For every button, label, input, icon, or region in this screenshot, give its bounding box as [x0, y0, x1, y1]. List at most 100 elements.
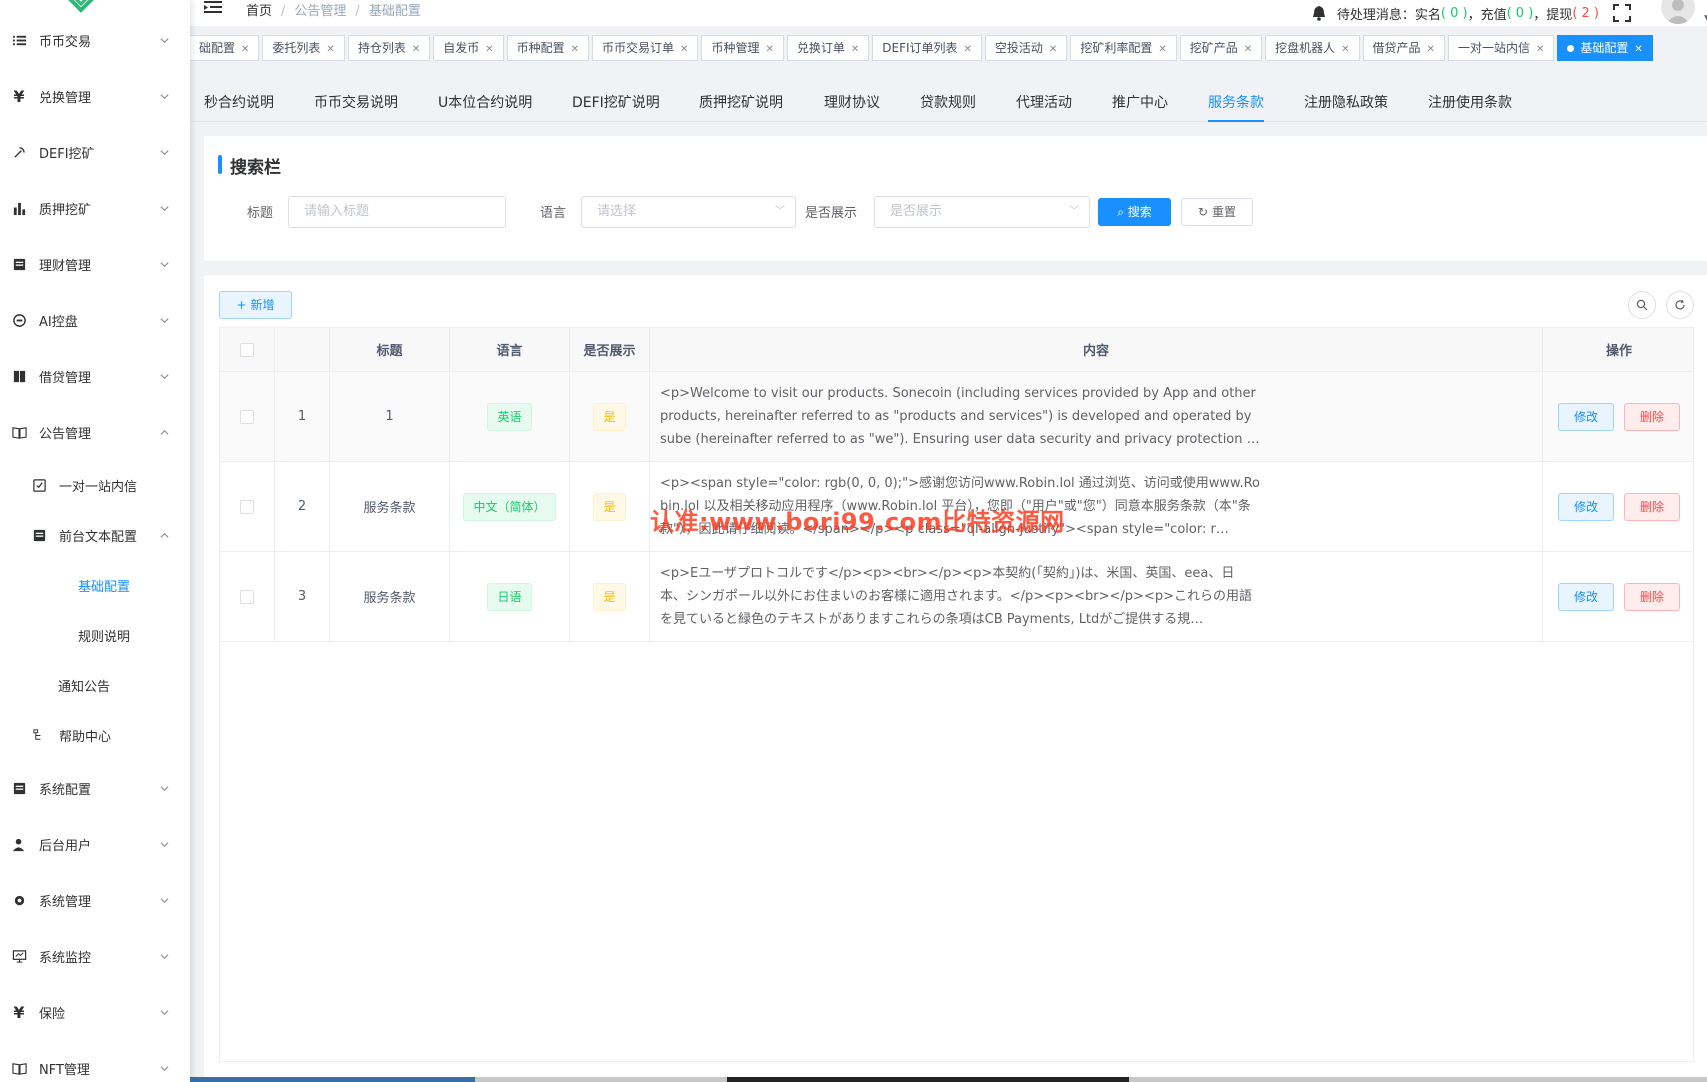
close-icon[interactable]: ✕: [412, 44, 420, 55]
row-checkbox[interactable]: [240, 499, 254, 514]
tag-item[interactable]: 自发币 ✕: [433, 35, 504, 61]
show-select[interactable]: 是否展示 ﹀: [874, 196, 1090, 228]
tab-agent-activity[interactable]: 代理活动: [1016, 92, 1072, 122]
menu-rules[interactable]: 规则说明: [0, 610, 190, 660]
close-icon[interactable]: ✕: [1158, 44, 1166, 55]
menu-nft[interactable]: NFT管理: [0, 1040, 190, 1082]
recharge-count[interactable]: ( 0 ): [1507, 6, 1534, 21]
menu-system-monitor[interactable]: 系统监控: [0, 928, 190, 984]
tag-item[interactable]: 空投活动 ✕: [984, 35, 1068, 61]
menu-frontend-text[interactable]: 前台文本配置: [0, 510, 190, 560]
close-icon[interactable]: ✕: [326, 44, 334, 55]
tab-defi[interactable]: DEFI挖矿说明: [572, 92, 660, 122]
tab-usage-terms[interactable]: 注册使用条款: [1428, 92, 1512, 122]
tag-item[interactable]: 借贷产品 ✕: [1362, 35, 1445, 61]
menu-basic-config[interactable]: 基础配置: [0, 560, 190, 610]
row-checkbox[interactable]: [240, 589, 254, 604]
realname-count[interactable]: ( 0 ): [1441, 6, 1468, 21]
close-icon[interactable]: ✕: [765, 44, 773, 55]
delete-button[interactable]: 删除: [1624, 492, 1680, 521]
tag-item[interactable]: 币币交易订单 ✕: [592, 35, 699, 61]
menu-system-manage[interactable]: 系统管理: [0, 872, 190, 928]
bell-icon[interactable]: [1311, 5, 1327, 21]
tag-item[interactable]: DEFI订单列表 ✕: [872, 35, 982, 61]
menu-private-message[interactable]: 一对一站内信: [0, 460, 190, 510]
tab-loan-rules[interactable]: 贷款规则: [920, 92, 976, 122]
menu-admin-users[interactable]: 后台用户: [0, 816, 190, 872]
close-icon[interactable]: ✕: [1049, 44, 1057, 55]
menu-system-config[interactable]: 系统配置: [0, 760, 190, 816]
menu-label: 系统监控: [39, 950, 92, 966]
close-icon[interactable]: ✕: [241, 44, 249, 55]
withdraw-label[interactable]: 提现: [1546, 4, 1572, 23]
menu-loan[interactable]: 借贷管理: [0, 348, 190, 404]
refresh-button[interactable]: [1666, 291, 1694, 319]
tab-u-contract[interactable]: U本位合约说明: [438, 92, 532, 122]
delete-button[interactable]: 删除: [1624, 582, 1680, 611]
tab-second-contract[interactable]: 秒合约说明: [204, 92, 274, 122]
close-icon[interactable]: ✕: [964, 44, 972, 55]
tag-item[interactable]: 币种配置 ✕: [506, 35, 590, 61]
search-button[interactable]: ⌕ 搜索: [1098, 198, 1171, 226]
close-icon[interactable]: ✕: [680, 44, 688, 55]
add-button[interactable]: + 新增: [219, 291, 292, 319]
breadcrumb-notice[interactable]: 公告管理: [294, 4, 346, 19]
realname-label[interactable]: 实名: [1415, 4, 1441, 23]
menu-notice[interactable]: 公告管理: [0, 404, 190, 460]
delete-button[interactable]: 删除: [1624, 402, 1680, 431]
tab-promotion[interactable]: 推广中心: [1112, 92, 1168, 122]
withdraw-count[interactable]: ( 2 ): [1572, 6, 1599, 21]
title-search-input[interactable]: 请输入标题: [288, 196, 506, 228]
fullscreen-icon[interactable]: [1613, 4, 1631, 22]
tab-terms-of-service[interactable]: 服务条款: [1208, 92, 1264, 122]
edit-button[interactable]: 修改: [1558, 582, 1614, 611]
tag-item[interactable]: 币种管理 ✕: [701, 35, 784, 61]
reset-button[interactable]: ↻ 重置: [1181, 198, 1253, 226]
close-icon[interactable]: ✕: [1244, 44, 1252, 55]
menu-ai[interactable]: AI控盘: [0, 292, 190, 348]
tag-item[interactable]: 挖盘机器人 ✕: [1265, 35, 1360, 61]
row-title: 服务条款: [330, 552, 450, 641]
tag-item[interactable]: 挖矿利率配置 ✕: [1070, 35, 1177, 61]
close-icon[interactable]: ✕: [1634, 44, 1642, 55]
tab-finance-agreement[interactable]: 理财协议: [824, 92, 880, 122]
breadcrumb-home[interactable]: 首页: [246, 4, 272, 19]
close-icon[interactable]: ✕: [1536, 44, 1544, 55]
tab-privacy-policy[interactable]: 注册隐私政策: [1304, 92, 1388, 122]
tag-item[interactable]: 础配置 ✕: [190, 35, 260, 61]
menu-finance[interactable]: 理财管理: [0, 236, 190, 292]
tag-item[interactable]: 兑换订单 ✕: [786, 35, 870, 61]
tag-item[interactable]: 挖矿产品 ✕: [1179, 35, 1263, 61]
edit-button[interactable]: 修改: [1558, 402, 1614, 431]
row-checkbox[interactable]: [240, 409, 254, 424]
tag-item-active[interactable]: 基础配置 ✕: [1557, 35, 1653, 61]
bottom-scrollbar[interactable]: [0, 1077, 1707, 1082]
menu-help-center[interactable]: 帮助中心: [0, 710, 190, 760]
close-icon[interactable]: ✕: [1427, 44, 1435, 55]
close-icon[interactable]: ✕: [571, 44, 579, 55]
tag-item[interactable]: 持仓列表 ✕: [347, 35, 431, 61]
avatar[interactable]: ▼: [1661, 0, 1707, 26]
menu-staking[interactable]: 质押挖矿: [0, 180, 190, 236]
chevron-down-icon: [160, 1064, 169, 1072]
menu-announcement[interactable]: 通知公告: [0, 660, 190, 710]
menu-defi[interactable]: DEFI挖矿: [0, 124, 190, 180]
close-icon[interactable]: ✕: [485, 44, 493, 55]
tag-item[interactable]: 委托列表 ✕: [262, 35, 345, 61]
close-icon[interactable]: ✕: [1341, 44, 1349, 55]
tab-staking[interactable]: 质押挖矿说明: [699, 92, 783, 122]
menu-exchange[interactable]: ¥ 兑换管理: [0, 68, 190, 124]
tab-bibi-trade[interactable]: 币币交易说明: [314, 92, 398, 122]
book-icon: [10, 1059, 28, 1077]
select-all-checkbox[interactable]: [240, 342, 254, 357]
menu-insurance[interactable]: ¥ 保险: [0, 984, 190, 1040]
language-select[interactable]: 请选择 ﹀: [581, 196, 796, 228]
edit-button[interactable]: 修改: [1558, 492, 1614, 521]
close-icon[interactable]: ✕: [851, 44, 859, 55]
hamburger-icon[interactable]: [204, 0, 222, 16]
search-toggle-button[interactable]: [1628, 291, 1656, 319]
tag-item[interactable]: 一对一站内信 ✕: [1447, 35, 1555, 61]
menu-bibi-trade[interactable]: 币币交易: [0, 12, 190, 68]
show-badge: 是: [593, 402, 626, 431]
recharge-label[interactable]: 充值: [1481, 4, 1507, 23]
